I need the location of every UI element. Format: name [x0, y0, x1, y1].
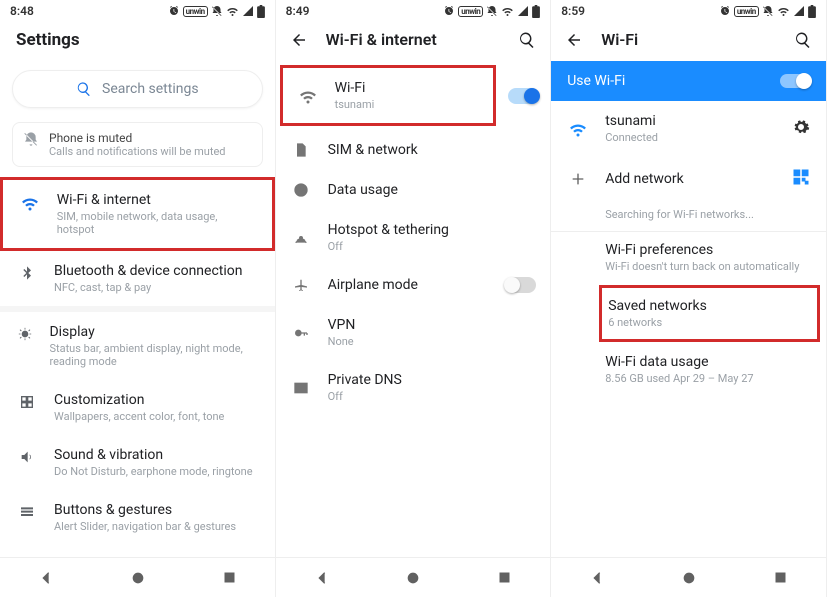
alarm-icon	[443, 5, 455, 17]
wifi-icon	[567, 120, 589, 138]
wifi-icon	[226, 5, 239, 17]
nav-home-icon[interactable]	[681, 570, 697, 586]
nav-home-icon[interactable]	[405, 570, 421, 586]
alarm-icon	[168, 5, 180, 17]
row-buttons[interactable]: Buttons & gesturesAlert Slider, navigati…	[0, 490, 275, 545]
search-button[interactable]	[794, 31, 812, 49]
screen-wifi: 8:59 unwin Wi-Fi Use Wi-Fi tsunami Conne…	[551, 0, 827, 597]
status-bar: 8:59 unwin	[551, 0, 826, 20]
plus-icon	[567, 171, 589, 187]
search-button[interactable]	[518, 31, 536, 49]
wifi-icon	[297, 87, 319, 105]
status-icons: unwin	[443, 5, 540, 18]
row-private-dns[interactable]: Private DNSOff	[276, 360, 551, 415]
wifi-preferences[interactable]: Wi-Fi preferencesWi-Fi doesn't turn back…	[551, 232, 826, 283]
airplane-icon	[290, 277, 312, 293]
row-wifi-internet[interactable]: Wi-Fi & internet SIM, mobile network, da…	[0, 177, 275, 251]
row-apps[interactable]: Apps & notificationsDefault apps, permis…	[0, 545, 275, 557]
status-icons: unwin	[719, 5, 816, 18]
scanning-text: Searching for Wi-Fi networks...	[551, 202, 826, 231]
screen-wifi-internet: 8:49 unwin Wi-Fi & internet Wi-Fitsunami…	[276, 0, 552, 597]
search-icon	[76, 81, 92, 97]
carrier-badge: unwin	[734, 6, 759, 17]
app-bar: Wi-Fi & internet	[276, 20, 551, 61]
row-wifi[interactable]: Wi-Fitsunami	[280, 65, 497, 126]
nav-recent-icon[interactable]	[497, 570, 512, 585]
nav-back-icon[interactable]	[589, 570, 605, 586]
page-title: Settings	[0, 20, 275, 64]
status-bar: 8:49 unwin	[276, 0, 551, 20]
clock: 8:49	[286, 4, 310, 18]
signal-icon	[517, 5, 529, 17]
dnd-icon	[211, 5, 223, 17]
nav-home-icon[interactable]	[130, 570, 146, 586]
mute-title: Phone is muted	[49, 131, 225, 145]
add-network[interactable]: Add network	[551, 156, 826, 202]
customize-icon	[16, 392, 38, 410]
gestures-icon	[16, 502, 38, 520]
saved-networks[interactable]: Saved networks6 networks	[599, 285, 820, 342]
app-bar: Wi-Fi	[551, 20, 826, 61]
row-customization[interactable]: CustomizationWallpapers, accent color, f…	[0, 380, 275, 435]
wifi-toggle[interactable]	[508, 88, 538, 104]
search-placeholder: Search settings	[102, 81, 199, 97]
gear-icon[interactable]	[792, 118, 810, 140]
carrier-badge: unwin	[183, 6, 208, 17]
wifi-icon	[501, 5, 514, 17]
battery-icon	[808, 5, 816, 18]
back-button[interactable]	[290, 31, 308, 49]
carrier-badge: unwin	[458, 6, 483, 17]
connected-network[interactable]: tsunami Connected	[551, 101, 826, 156]
display-icon	[16, 324, 33, 342]
status-icons: unwin	[168, 5, 265, 18]
row-bluetooth[interactable]: Bluetooth & device connectionNFC, cast, …	[0, 251, 275, 306]
row-display[interactable]: DisplayStatus bar, ambient display, nigh…	[0, 312, 275, 380]
sim-icon	[290, 142, 312, 158]
mute-sub: Calls and notifications will be muted	[49, 145, 225, 158]
nav-bar	[276, 557, 551, 597]
use-wifi-toggle[interactable]	[780, 74, 810, 88]
wifi-icon	[19, 192, 41, 212]
nav-bar	[551, 557, 826, 597]
qr-icon[interactable]	[792, 168, 810, 190]
screen-settings: 8:48 unwin Settings Search settings Phon…	[0, 0, 276, 597]
wifi-icon	[777, 5, 790, 17]
signal-icon	[242, 5, 254, 17]
nav-back-icon[interactable]	[38, 570, 54, 586]
alarm-icon	[719, 5, 731, 17]
row-sim[interactable]: SIM & network	[276, 130, 551, 170]
phone-muted-card[interactable]: Phone is muted Calls and notifications w…	[12, 122, 263, 167]
dnd-icon	[486, 5, 498, 17]
row-data-usage[interactable]: Data usage	[276, 170, 551, 210]
signal-icon	[793, 5, 805, 17]
back-button[interactable]	[565, 31, 583, 49]
clock: 8:59	[561, 4, 585, 18]
row-sound[interactable]: Sound & vibrationDo Not Disturb, earphon…	[0, 435, 275, 490]
nav-recent-icon[interactable]	[773, 570, 788, 585]
hotspot-icon	[290, 230, 312, 246]
bluetooth-icon	[16, 263, 38, 281]
page-title: Wi-Fi	[601, 30, 776, 49]
row-airplane[interactable]: Airplane mode	[276, 265, 551, 305]
row-vpn[interactable]: VPNNone	[276, 305, 551, 360]
airplane-toggle[interactable]	[506, 277, 536, 293]
dns-icon	[290, 380, 312, 396]
use-wifi-bar[interactable]: Use Wi-Fi	[551, 61, 826, 101]
data-icon	[290, 182, 312, 198]
wifi-data-usage[interactable]: Wi-Fi data usage8.56 GB used Apr 29 – Ma…	[551, 344, 826, 395]
clock: 8:48	[10, 4, 34, 18]
dnd-icon	[762, 5, 774, 17]
row-hotspot[interactable]: Hotspot & tetheringOff	[276, 210, 551, 265]
battery-icon	[532, 5, 540, 18]
battery-icon	[257, 5, 265, 18]
nav-back-icon[interactable]	[314, 570, 330, 586]
sound-icon	[16, 447, 38, 465]
nav-recent-icon[interactable]	[222, 570, 237, 585]
mute-icon	[23, 131, 39, 151]
page-title: Wi-Fi & internet	[326, 30, 501, 49]
vpn-icon	[290, 325, 312, 341]
status-bar: 8:48 unwin	[0, 0, 275, 20]
search-settings[interactable]: Search settings	[12, 70, 263, 108]
nav-bar	[0, 557, 275, 597]
